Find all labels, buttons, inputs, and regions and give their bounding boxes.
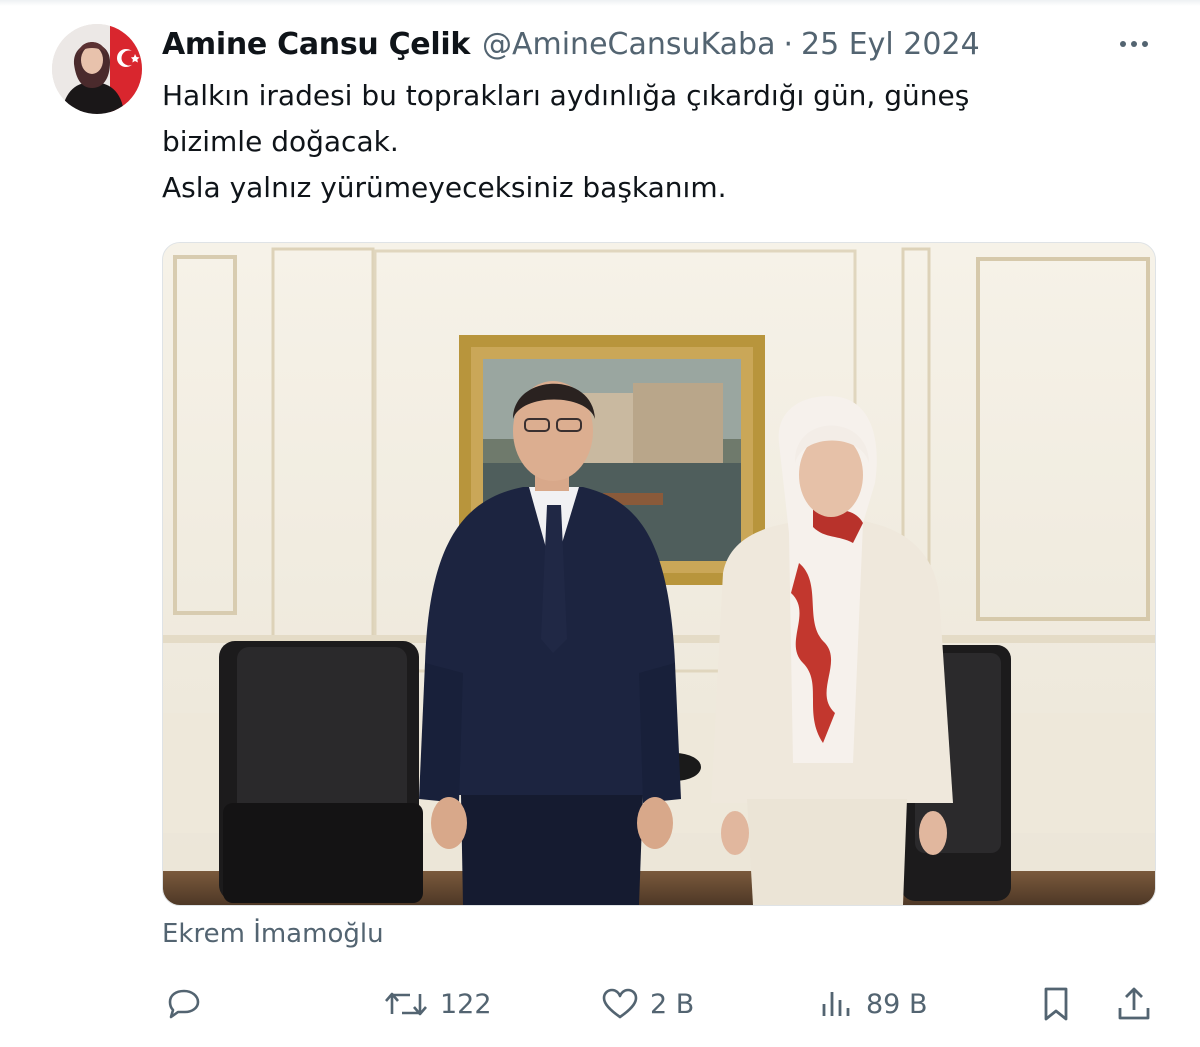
reply-icon (168, 989, 200, 1019)
tweet-date[interactable]: 25 Eyl 2024 (801, 27, 980, 62)
tagged-person-name[interactable]: Ekrem İmamoğlu (162, 919, 384, 949)
avatar[interactable] (52, 24, 142, 114)
tweet-text-line: bizimle doğacak. (162, 125, 399, 158)
share-icon (1118, 987, 1150, 1020)
reply-button[interactable] (162, 978, 212, 1030)
views-bar-icon (822, 992, 850, 1016)
top-divider (0, 0, 1200, 6)
avatar-photo (52, 24, 142, 114)
more-horizontal-icon (1120, 41, 1148, 47)
photo-scene (163, 243, 1155, 905)
heart-icon (602, 988, 638, 1019)
like-count: 2 B (650, 988, 695, 1020)
author-name[interactable]: Amine Cansu Çelik (162, 27, 470, 62)
tweet-header: Amine Cansu Çelik @AmineCansuKaba · 25 E… (162, 24, 980, 64)
tweet-photo[interactable] (162, 242, 1156, 906)
action-bar: 122 2 B 89 B (162, 978, 1157, 1030)
like-button[interactable]: 2 B (600, 978, 694, 1030)
bookmark-icon (1044, 987, 1068, 1021)
tagged-people[interactable]: Ekrem İmamoğlu (162, 914, 384, 954)
author-handle[interactable]: @AmineCansuKaba (482, 27, 776, 62)
tweet-text: Halkın iradesi bu toprakları aydınlığa ç… (162, 73, 1152, 211)
tweet-text-line: Asla yalnız yürümeyeceksiniz başkanım. (162, 171, 727, 204)
retweet-count: 122 (440, 988, 492, 1020)
share-button[interactable] (1114, 978, 1154, 1030)
bookmark-button[interactable] (1036, 978, 1076, 1030)
more-options-button[interactable] (1114, 28, 1154, 60)
tweet-text-line: Halkın iradesi bu toprakları aydınlığa ç… (162, 79, 970, 112)
retweet-button[interactable]: 122 (382, 978, 492, 1030)
views-button[interactable]: 89 B (816, 978, 927, 1030)
retweet-icon (385, 992, 427, 1016)
separator-dot: · (783, 26, 794, 62)
views-count: 89 B (866, 988, 928, 1020)
